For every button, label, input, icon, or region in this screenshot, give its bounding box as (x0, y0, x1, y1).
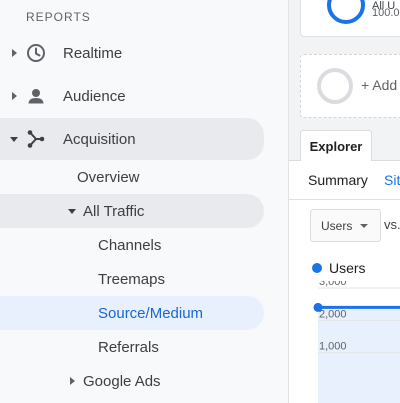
y-tick-label: 1,000 (319, 341, 347, 353)
data-point[interactable] (313, 302, 323, 312)
sidebar-item-label: Google Ads (83, 372, 161, 390)
sidebar-item-label: Treemaps (98, 270, 165, 288)
sidebar-item-label: Overview (77, 168, 140, 186)
subtab-summary[interactable]: Summary (308, 172, 368, 188)
sidebar-item-google-ads[interactable]: Google Ads (0, 364, 264, 398)
subtab-site[interactable]: Site (384, 172, 400, 188)
explorer-panel: Summary Site Users vs. Users 3,000 2,000 1… (289, 160, 400, 403)
chevron-right-icon[interactable] (70, 377, 75, 385)
segment-card[interactable]: All U 100.0 (300, 0, 400, 37)
chevron-down-icon (360, 224, 368, 228)
sidebar-item-all-traffic[interactable]: All Traffic (0, 194, 264, 228)
sidebar-item-source-medium[interactable]: Source/Medium (0, 296, 264, 330)
empty-ring-icon (317, 68, 353, 104)
sidebar-item-realtime[interactable]: Realtime (0, 36, 264, 70)
sidebar-item-label: Audience (63, 87, 126, 105)
clock-icon (27, 44, 45, 62)
sidebar-item-audience[interactable]: Audience (0, 79, 264, 113)
person-icon (28, 89, 44, 104)
chevron-down-icon[interactable] (68, 208, 76, 214)
legend-dot-icon (312, 263, 322, 273)
sidebar-item-acquisition[interactable]: Acquisition (0, 118, 264, 160)
legend-label: Users (329, 260, 366, 276)
y-tick-label: 3,000 (319, 281, 347, 288)
divider (289, 199, 400, 200)
chevron-down-icon[interactable] (10, 136, 18, 142)
section-title: REPORTS (26, 10, 91, 24)
sidebar-item-label: All Traffic (83, 202, 145, 220)
metric-dropdown-label: Users (321, 219, 353, 233)
tab-explorer[interactable]: Explorer (300, 130, 372, 161)
sidebar-item-label: Source/Medium (98, 304, 204, 322)
sidebar-item-referrals[interactable]: Referrals (0, 330, 264, 364)
sidebar-item-label: Referrals (98, 338, 159, 356)
vs-label: vs. (384, 217, 400, 232)
add-segment-card[interactable]: + Add (300, 54, 400, 118)
add-segment-label: + Add (361, 77, 398, 93)
chevron-right-icon[interactable] (12, 92, 17, 100)
sidebar-item-channels[interactable]: Channels (0, 228, 264, 262)
sidebar-item-label: Channels (98, 236, 162, 254)
y-tick-label: 2,000 (319, 308, 347, 320)
segment-ring-icon (327, 0, 365, 24)
sidebar-item-label: Realtime (63, 44, 123, 62)
main-content: All U 100.0 + Add Explorer Summary Site … (289, 0, 400, 403)
sidebar-nav: REPORTS Realtime Audience Acquisition Ov… (0, 0, 289, 403)
segment-percent: 100.0 (372, 7, 400, 19)
acquisition-icon (27, 130, 45, 148)
series-area-users (318, 307, 400, 403)
sidebar-item-overview[interactable]: Overview (0, 160, 264, 194)
sidebar-item-label: Acquisition (63, 130, 136, 148)
metric-dropdown[interactable]: Users (310, 209, 381, 242)
sidebar-item-treemaps[interactable]: Treemaps (0, 262, 264, 296)
chevron-right-icon[interactable] (12, 49, 17, 57)
line-chart[interactable]: 3,000 2,000 1,000 (289, 281, 400, 403)
